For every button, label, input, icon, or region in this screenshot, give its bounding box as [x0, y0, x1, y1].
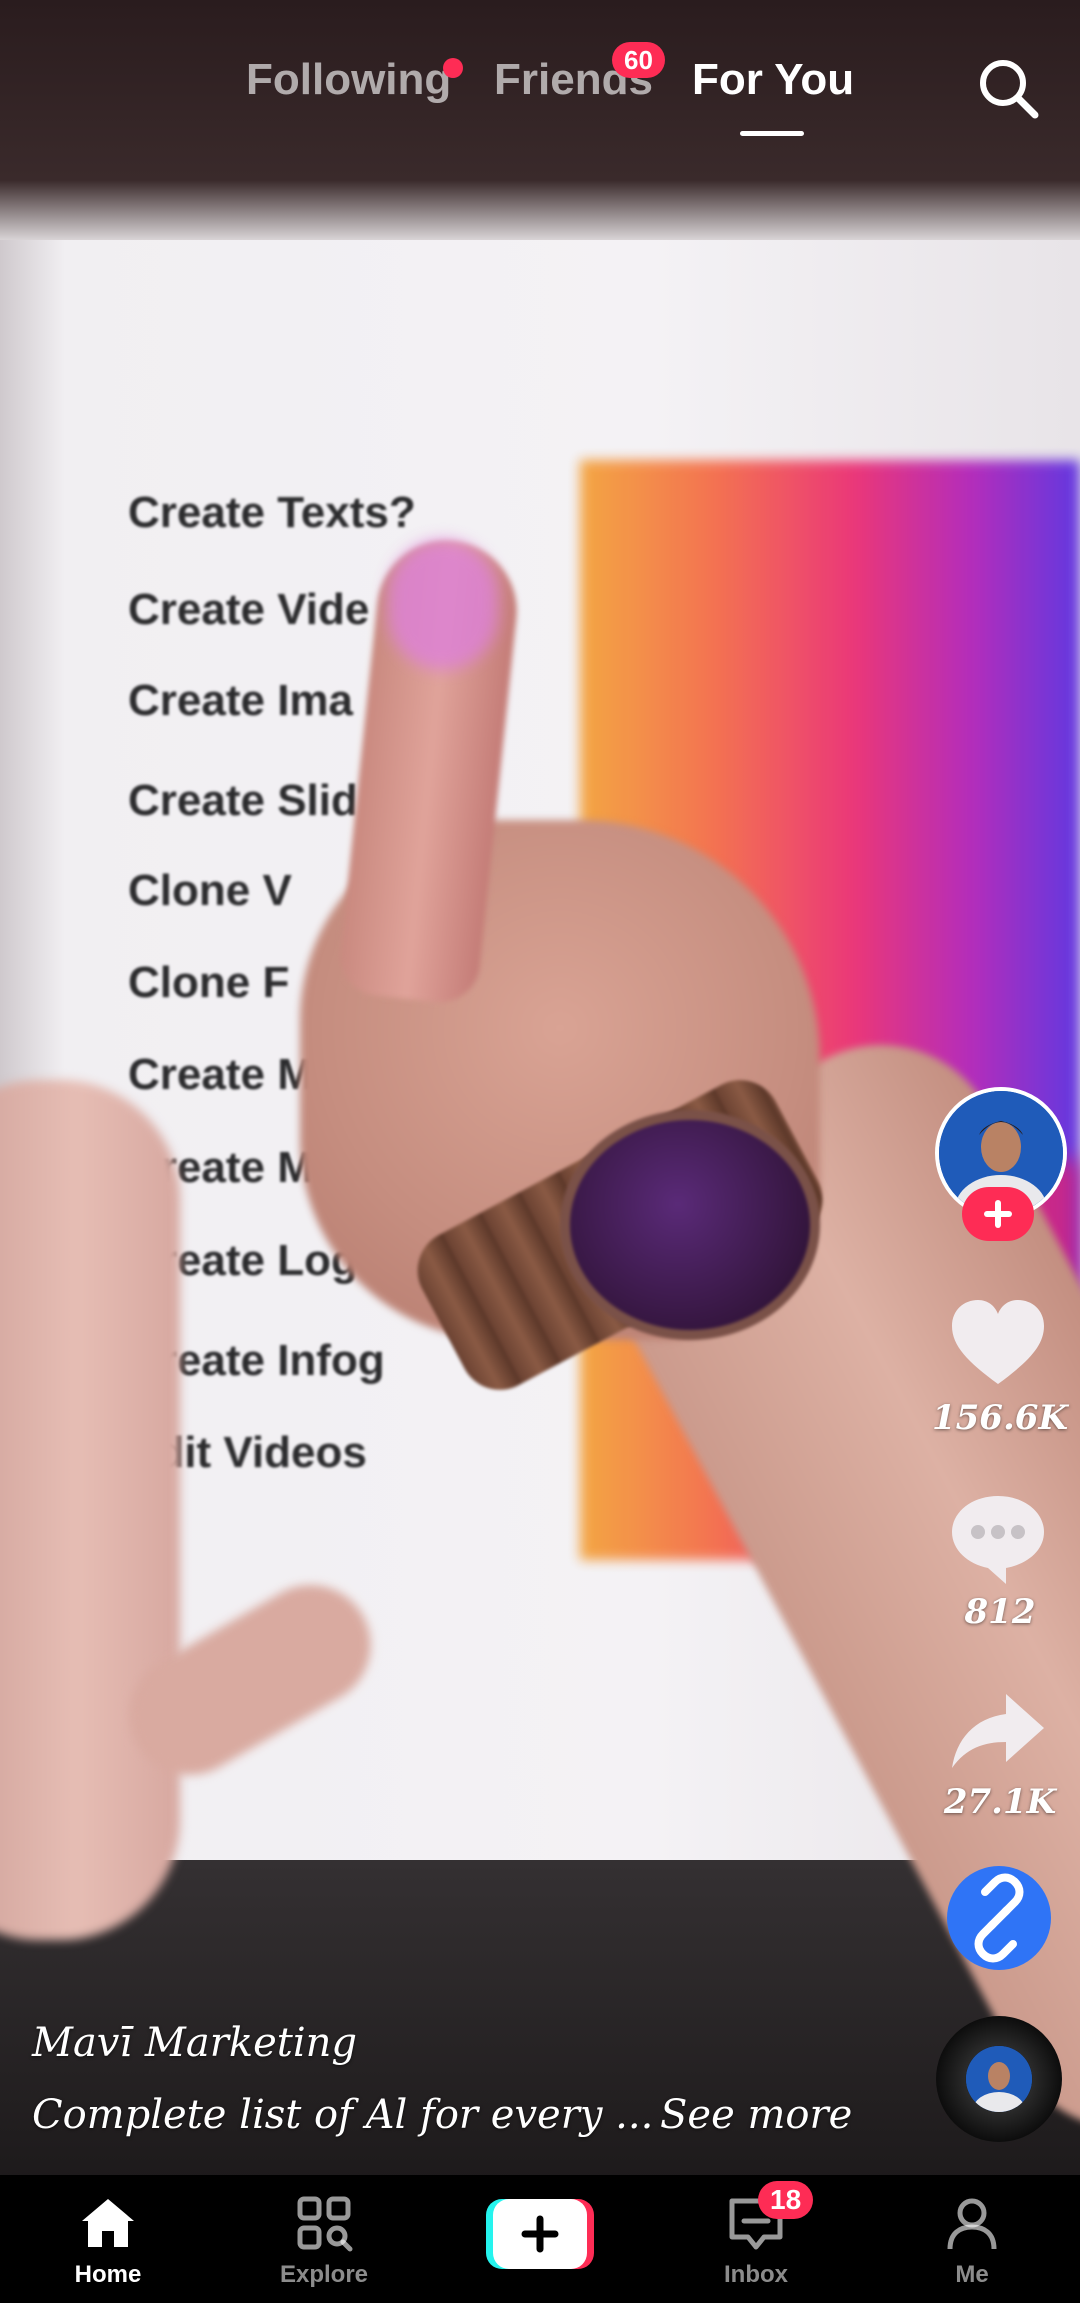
nav-home[interactable]: Home: [0, 2175, 216, 2303]
nav-explore[interactable]: Explore: [216, 2175, 432, 2303]
profile-icon: [947, 2198, 997, 2250]
nav-inbox[interactable]: Inbox: [648, 2175, 864, 2303]
search-icon: [980, 60, 1039, 119]
link-icon: [974, 1873, 1024, 1963]
music-cover-image: [966, 2046, 1032, 2112]
create-icon: [486, 2199, 594, 2269]
video-watch-face: [560, 1110, 820, 1340]
music-cover-avatar: [966, 2046, 1032, 2112]
nav-home-label: Home: [74, 2261, 142, 2288]
share-icon: [952, 1694, 1044, 1768]
inbox-unread-badge: 18: [758, 2181, 814, 2219]
video-list-item: Create Ima: [128, 676, 354, 725]
like-count: 156.6K: [931, 1398, 1069, 1438]
active-tab-indicator: [740, 131, 804, 136]
video-list-item: Create Texts?: [128, 488, 416, 537]
share-count: 27.1K: [943, 1782, 1057, 1822]
video-fingertip-glow: [388, 540, 498, 670]
nav-me-label: Me: [955, 2261, 989, 2288]
comment-count: 812: [964, 1592, 1036, 1632]
bottom-navigation: Home Explore Inbox Me: [0, 2175, 1080, 2303]
explore-icon: [297, 2196, 353, 2252]
tab-following[interactable]: Following: [246, 55, 451, 105]
video-list-item: Create Slid: [128, 776, 358, 825]
comment-icon: [952, 1496, 1044, 1584]
author-name[interactable]: Mavī Marketing: [32, 2020, 357, 2066]
video-list-item: Clone V: [128, 866, 292, 915]
copy-link-button[interactable]: [947, 1866, 1051, 1970]
home-icon: [82, 2199, 134, 2247]
share-button[interactable]: [948, 1684, 1048, 1784]
like-button[interactable]: [948, 1296, 1048, 1396]
follow-button[interactable]: [962, 1187, 1034, 1241]
nav-explore-label: Explore: [279, 2261, 369, 2288]
search-button[interactable]: [975, 55, 1041, 121]
video-list-item: Create M: [128, 1050, 314, 1099]
heart-icon: [952, 1300, 1044, 1384]
video-list-item: Create Vide: [128, 585, 370, 634]
comment-button[interactable]: [948, 1490, 1048, 1590]
music-disc[interactable]: [936, 2016, 1062, 2142]
video-list-item: Clone F: [128, 958, 290, 1007]
plus-icon: [984, 1200, 1012, 1228]
following-notification-dot: [443, 58, 463, 78]
create-button[interactable]: [486, 2199, 594, 2269]
top-feed-tabs: Following Friends 60 For You: [0, 0, 1080, 150]
tiktok-screen: Create Texts? Create Vide Create Ima Cre…: [0, 0, 1080, 2303]
video-description[interactable]: Complete list of Al for every ...: [32, 2092, 653, 2138]
video-player[interactable]: Create Texts? Create Vide Create Ima Cre…: [0, 0, 1080, 2175]
tab-for-you[interactable]: For You: [692, 55, 854, 105]
video-left-hand: [0, 1080, 180, 1940]
nav-me[interactable]: Me: [864, 2175, 1080, 2303]
friends-count-badge: 60: [612, 42, 665, 78]
see-more-link[interactable]: See more: [660, 2092, 852, 2138]
nav-inbox-label: Inbox: [724, 2261, 788, 2288]
